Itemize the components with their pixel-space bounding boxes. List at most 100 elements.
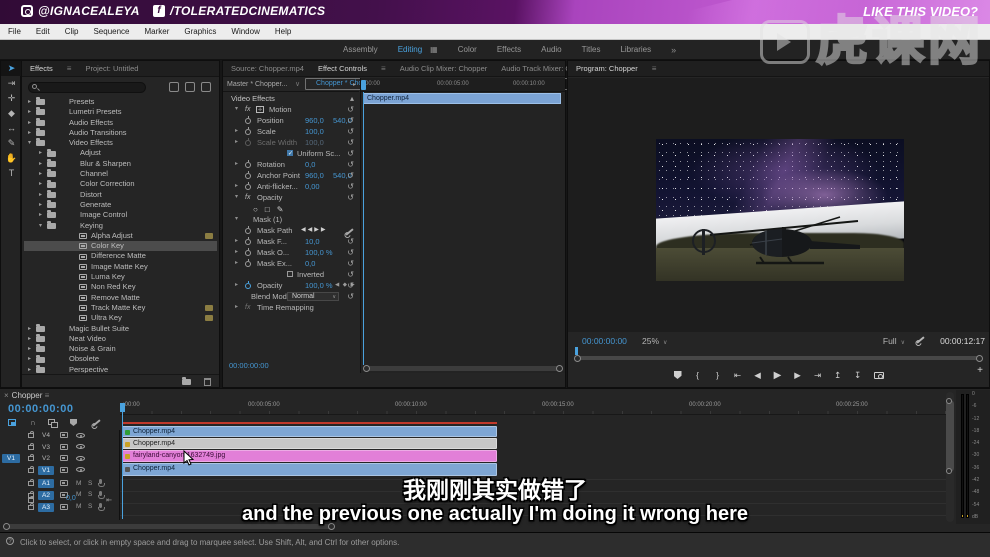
scale-value[interactable]: 100,0 — [305, 126, 324, 137]
tree-chevron-icon[interactable] — [28, 365, 36, 373]
new-bin-icon[interactable] — [182, 377, 191, 385]
tree-chevron-icon[interactable] — [39, 148, 47, 158]
chevron-icon[interactable]: ▾ — [235, 192, 238, 203]
track-output-eye-icon[interactable] — [76, 455, 85, 461]
tree-chevron-icon[interactable] — [28, 138, 36, 148]
workspace-tab-assembly[interactable]: Assembly — [343, 45, 378, 54]
clip-v4-chopper[interactable]: Chopper.mp4 — [122, 426, 497, 437]
effects-tree-item[interactable]: Alpha Adjust — [24, 231, 217, 241]
filter-accelerated-icon[interactable] — [169, 82, 179, 92]
scrub-handle-right[interactable] — [976, 355, 983, 362]
tab-effect-controls[interactable]: Effect Controls — [318, 64, 367, 73]
effects-tree-item[interactable]: Distort — [24, 190, 217, 200]
reset-button[interactable]: ↺ — [347, 159, 354, 170]
timeline-vertical-scrollbar[interactable] — [946, 392, 954, 522]
chevron-icon[interactable]: ▸ — [235, 126, 238, 137]
keyframe-nav-icons[interactable]: ◀◀▶▶ — [301, 225, 327, 236]
workspace-tab-libraries[interactable]: Libraries — [620, 45, 651, 54]
stopwatch-icon[interactable] — [245, 160, 251, 168]
effects-tree-item[interactable]: Noise & Grain — [24, 344, 217, 354]
reset-button[interactable]: ↺ — [347, 269, 354, 280]
reset-button[interactable]: ↺ — [347, 137, 354, 148]
reset-button[interactable]: ↺ — [347, 104, 354, 115]
lock-icon[interactable] — [28, 496, 34, 503]
tree-chevron-icon[interactable] — [28, 334, 36, 344]
track-output-eye-icon[interactable] — [76, 467, 85, 473]
rotation-value[interactable]: 0,0 — [305, 159, 315, 170]
stopwatch-icon[interactable] — [245, 116, 251, 124]
tree-chevron-icon[interactable] — [28, 118, 36, 128]
effects-tree-item[interactable]: Image Matte Key — [24, 262, 217, 272]
effects-tree-item[interactable]: Track Matte Key — [24, 303, 217, 313]
lock-icon[interactable] — [28, 431, 34, 438]
add-marker-icon[interactable] — [70, 419, 77, 426]
scroll-handle-left[interactable] — [3, 523, 10, 530]
tab-program[interactable]: Program: Chopper — [576, 64, 638, 73]
workspace-tab-titles[interactable]: Titles — [582, 45, 601, 54]
menu-marker[interactable]: Marker — [145, 27, 170, 36]
tree-chevron-icon[interactable] — [28, 354, 36, 364]
timeline-tab[interactable]: × Chopper ≡ — [4, 391, 49, 400]
type-tool[interactable]: T — [1, 166, 22, 181]
mark-in-button[interactable]: { — [694, 370, 702, 380]
reset-button[interactable]: ↺ — [347, 148, 354, 159]
group-mask[interactable]: ▾ Mask (1) — [223, 214, 359, 225]
delete-icon[interactable] — [204, 378, 211, 386]
menu-clip[interactable]: Clip — [65, 27, 79, 36]
reset-button[interactable]: ↺ — [347, 181, 354, 192]
stopwatch-icon[interactable] — [245, 127, 251, 135]
source-patch-button[interactable]: V1 — [2, 454, 20, 464]
effects-tree-item[interactable]: Blur & Sharpen — [24, 159, 217, 169]
effects-tree-item[interactable]: Luma Key — [24, 272, 217, 282]
workspace-overflow-icon[interactable]: » — [671, 45, 676, 55]
mask-tracking-wrench-icon[interactable] — [345, 225, 354, 236]
sync-lock-icon[interactable] — [60, 432, 68, 438]
menu-window[interactable]: Window — [231, 27, 259, 36]
tree-chevron-icon[interactable] — [39, 190, 47, 200]
lift-button[interactable]: ↥ — [834, 370, 842, 381]
effects-tree-item[interactable]: Audio Effects — [24, 118, 217, 128]
effect-opacity[interactable]: ▾ fx Opacity ↺ — [223, 192, 359, 203]
stopwatch-icon[interactable] — [245, 259, 251, 267]
effects-tree-item[interactable]: Keying — [24, 221, 217, 231]
scrollbar-thumb[interactable] — [946, 400, 954, 472]
sync-lock-icon[interactable] — [60, 480, 68, 487]
chevron-icon[interactable]: ▾ — [235, 214, 238, 225]
ec-timeline-clip[interactable]: Chopper.mp4 — [363, 93, 561, 104]
clip-v1-chopper[interactable]: Chopper.mp4 — [122, 463, 497, 476]
export-frame-button[interactable] — [873, 371, 884, 379]
effects-tree-item[interactable]: Generate — [24, 200, 217, 210]
mark-out-button[interactable]: } — [714, 370, 722, 380]
program-scrubber[interactable] — [574, 355, 983, 362]
effects-tree-item[interactable]: Ultra Key — [24, 313, 217, 323]
effects-tree-item[interactable]: Obsolete — [24, 354, 217, 364]
tree-chevron-icon[interactable] — [39, 210, 47, 220]
timeline-settings-wrench-icon[interactable] — [92, 419, 101, 427]
go-to-in-button[interactable]: ⇤ — [734, 370, 742, 381]
step-forward-button[interactable]: ▶ — [794, 370, 802, 381]
button-editor-plus[interactable]: + — [977, 365, 983, 376]
snap-icon[interactable]: ∩ — [30, 418, 36, 427]
effects-tree-item[interactable]: Channel — [24, 169, 217, 179]
sync-lock-icon[interactable] — [60, 443, 68, 450]
effects-tree-item[interactable]: Video Effects — [24, 138, 217, 148]
chevron-icon[interactable]: ▸ — [235, 236, 238, 247]
workspace-grid-icon[interactable]: ▦ — [430, 45, 438, 54]
lock-icon[interactable] — [28, 465, 34, 473]
effects-tree-item[interactable]: Color Correction — [24, 179, 217, 189]
tree-chevron-icon[interactable] — [39, 221, 47, 231]
extract-button[interactable]: ↧ — [854, 370, 862, 381]
effect-time-remapping[interactable]: ▸ fx Time Remapping — [223, 302, 359, 313]
effects-tree-item[interactable]: Non Red Key — [24, 282, 217, 292]
menu-sequence[interactable]: Sequence — [93, 27, 129, 36]
chevron-icon[interactable]: ▸ — [235, 137, 238, 148]
slip-tool[interactable]: ↔ — [1, 121, 22, 136]
tree-chevron-icon[interactable] — [28, 344, 36, 354]
reset-button[interactable]: ↺ — [347, 291, 354, 302]
program-playhead[interactable] — [575, 347, 578, 355]
stopwatch-icon[interactable] — [245, 182, 251, 190]
effects-tree-item[interactable]: Adjust — [24, 148, 217, 158]
tree-chevron-icon[interactable] — [39, 159, 47, 169]
playback-resolution-select[interactable]: Full ∨ — [883, 333, 905, 351]
fit-icon[interactable]: ⇤ — [106, 496, 112, 504]
